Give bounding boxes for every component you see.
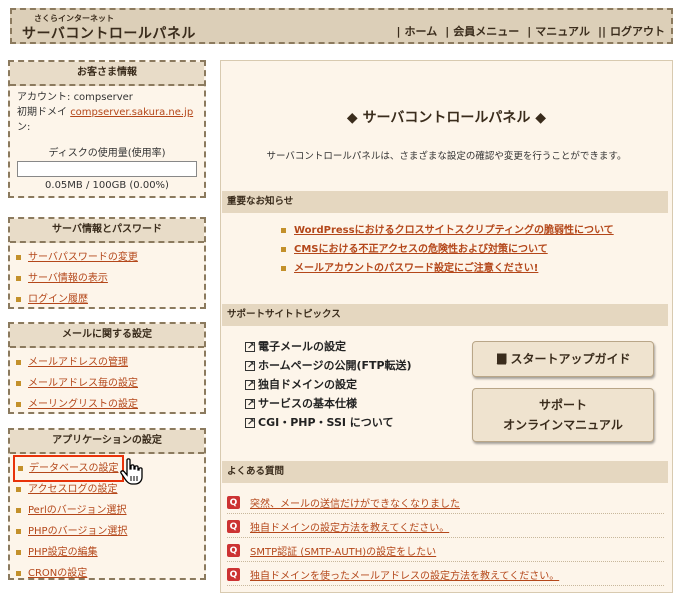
external-link-icon — [245, 338, 255, 357]
support-section-title: サポートサイトトピックス — [222, 304, 668, 326]
question-icon: Q — [227, 520, 240, 533]
account-value: compserver — [73, 92, 133, 103]
disk-usage-bar — [17, 161, 197, 177]
server-info-title: サーバ情報とパスワード — [10, 219, 204, 243]
mail-settings-panel: メールに関する設定 メールアドレスの管理 メールアドレス毎の設定 メーリングリス… — [8, 322, 206, 414]
hand-cursor-icon — [120, 458, 143, 485]
book-icon — [497, 353, 507, 365]
nav-home[interactable]: | ホーム — [397, 23, 438, 39]
server-info-panel: サーバ情報とパスワード サーバパスワードの変更 サーバ情報の表示 ログイン履歴 — [8, 217, 206, 309]
account-info: アカウント: compserver 初期ドメイ compserver.sakur… — [17, 92, 194, 133]
customer-info-panel: お客さま情報 アカウント: compserver 初期ドメイ compserve… — [8, 60, 206, 198]
sidebar-item-mail-per-address[interactable]: メールアドレス毎の設定 — [16, 373, 204, 394]
sidebar-item-access-log[interactable]: アクセスログの設定 — [16, 479, 204, 500]
question-icon: Q — [227, 544, 240, 557]
app-settings-title: アプリケーションの設定 — [10, 430, 204, 454]
logo-title[interactable]: サーバコントロールパネル — [22, 23, 196, 43]
faq-item[interactable]: Q 独自ドメインの設定方法を教えてください。 — [227, 516, 664, 538]
topic-email[interactable]: 電子メールの設定 — [245, 337, 412, 357]
sidebar-item-server-info[interactable]: サーバ情報の表示 — [16, 268, 204, 289]
question-icon: Q — [227, 496, 240, 509]
sidebar-item-cron[interactable]: CRONの設定 — [16, 563, 204, 584]
sidebar-item-perl-version[interactable]: Perlのバージョン選択 — [16, 500, 204, 521]
database-highlight[interactable]: データベースの設定 — [13, 455, 124, 482]
external-link-icon — [245, 357, 255, 376]
sidebar-item-php-settings[interactable]: PHP設定の編集 — [16, 542, 204, 563]
topic-spec[interactable]: サービスの基本仕様 — [245, 394, 412, 414]
news-item[interactable]: WordPressにおけるクロスサイトスクリプティングの脆弱性について — [281, 221, 614, 240]
news-list: WordPressにおけるクロスサイトスクリプティングの脆弱性について CMSに… — [281, 221, 614, 278]
faq-item[interactable]: Q SMTP認証 (SMTP-AUTH)の設定をしたい — [227, 540, 664, 562]
nav-member-menu[interactable]: | 会員メニュー — [445, 23, 519, 39]
page-description: サーバコントロールパネルは、さまざまな設定の確認や変更を行うことができます。 — [266, 151, 627, 162]
disk-usage-label: ディスクの使用量(使用率) — [48, 148, 166, 159]
app-settings-panel: アプリケーションの設定 データベースの設定 アクセスログの設定 Perlのバージ… — [8, 428, 206, 580]
news-item[interactable]: CMSにおける不正アクセスの危険性および対策について — [281, 240, 614, 259]
sidebar-item-database[interactable]: データベースの設定 — [13, 455, 204, 482]
page-title: ◆ サーバコントロールパネル ◆ — [346, 110, 547, 126]
customer-info-title: お客さま情報 — [10, 62, 204, 86]
topic-cgi[interactable]: CGI・PHP・SSI について — [245, 413, 412, 433]
disk-usage-value: 0.05MB / 100GB (0.00%) — [45, 180, 169, 191]
sidebar-item-server-password[interactable]: サーバパスワードの変更 — [16, 247, 204, 268]
top-header: さくらインターネット サーバコントロールパネル | ホーム | 会員メニュー | マニ… — [10, 8, 673, 44]
faq-item[interactable]: Q 独自ドメインを使ったメールアドレスの設定方法を教えてください。 — [227, 564, 664, 586]
external-link-icon — [245, 376, 255, 395]
startup-guide-button[interactable]: スタートアップガイド — [472, 341, 654, 377]
sidebar-item-php-version[interactable]: PHPのバージョン選択 — [16, 521, 204, 542]
sidebar-item-mailing-list[interactable]: メーリングリストの設定 — [16, 394, 204, 415]
faq-item[interactable]: Q 突然、メールの送信だけができなくなりました — [227, 492, 664, 514]
news-section-title: 重要なお知らせ — [222, 191, 668, 213]
external-link-icon — [245, 414, 255, 433]
sidebar-item-login-history[interactable]: ログイン履歴 — [16, 289, 204, 310]
external-link-icon — [245, 395, 255, 414]
online-manual-button[interactable]: サポート オンラインマニュアル — [472, 388, 654, 442]
main-panel: ◆ サーバコントロールパネル ◆ サーバコントロールパネルは、さまざまな設定の確… — [220, 60, 673, 593]
question-icon: Q — [227, 568, 240, 581]
faq-section-title: よくある質問 — [222, 461, 668, 483]
top-nav: | ホーム | 会員メニュー | マニュアル || ログアウト — [389, 23, 665, 39]
nav-logout[interactable]: || ログアウト — [598, 23, 665, 39]
topic-domain[interactable]: 独自ドメインの設定 — [245, 375, 412, 395]
domain-link[interactable]: compserver.sakura.ne.jp — [70, 107, 193, 118]
sidebar-item-mail-address[interactable]: メールアドレスの管理 — [16, 352, 204, 373]
mail-settings-title: メールに関する設定 — [10, 324, 204, 348]
topic-homepage[interactable]: ホームページの公開(FTP転送) — [245, 356, 412, 376]
nav-manual[interactable]: | マニュアル — [527, 23, 590, 39]
news-item[interactable]: メールアカウントのパスワード設定にご注意ください! — [281, 259, 614, 278]
support-topics-list: 電子メールの設定 ホームページの公開(FTP転送) 独自ドメインの設定 サービス… — [245, 337, 412, 433]
